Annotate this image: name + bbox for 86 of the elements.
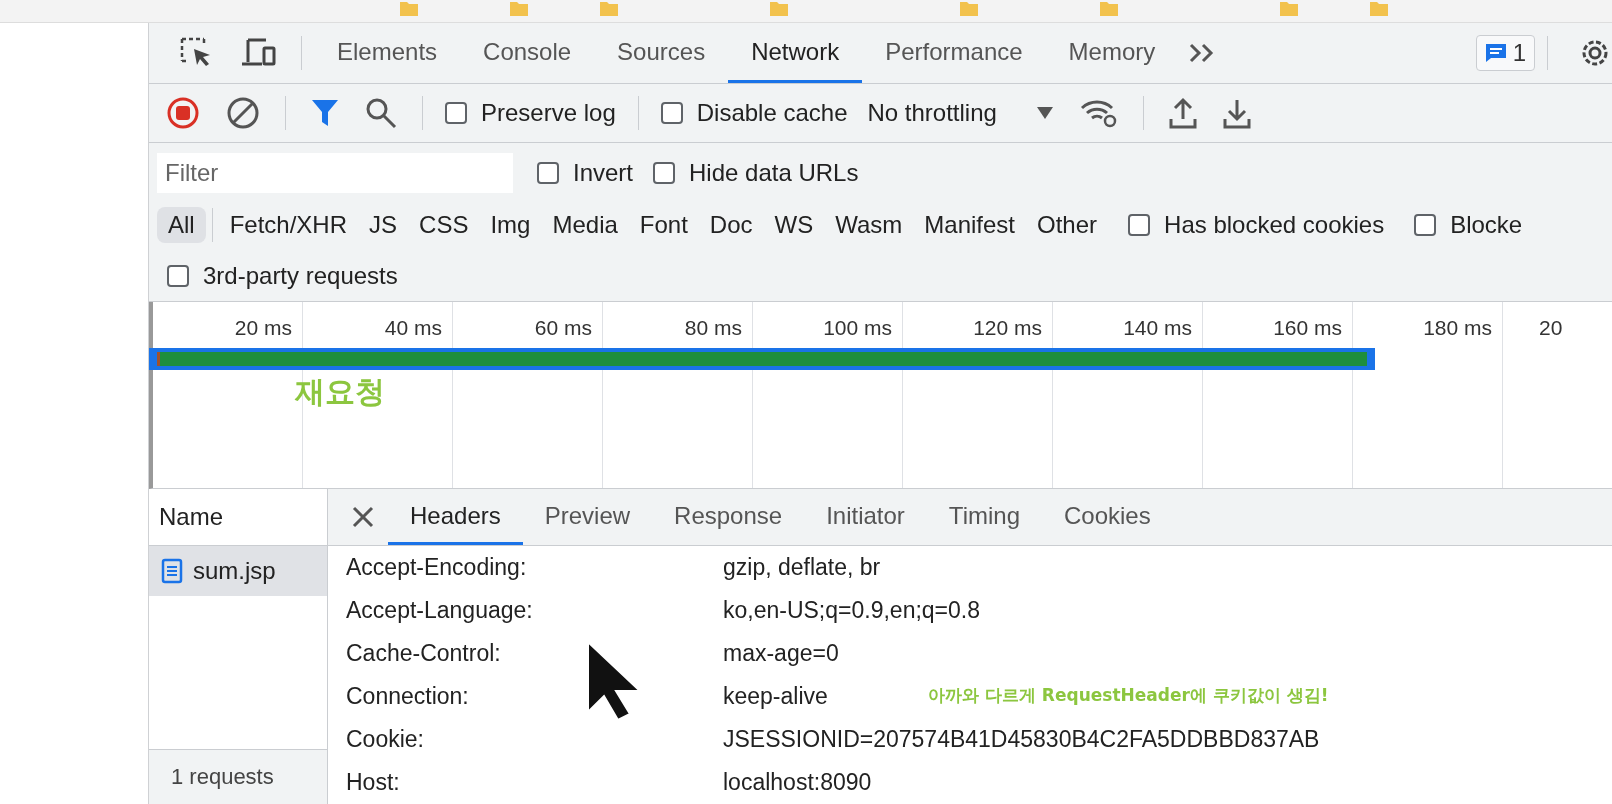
- clear-icon[interactable]: [226, 96, 260, 130]
- filter-icon[interactable]: [311, 98, 339, 128]
- checkbox-label: 3rd-party requests: [203, 262, 398, 290]
- header-value: max-age=0: [723, 640, 839, 667]
- checkbox-label: Preserve log: [481, 99, 616, 127]
- tick-label: 160 ms: [1273, 316, 1342, 339]
- issues-count: 1: [1512, 39, 1526, 67]
- type-filter[interactable]: Manifest: [913, 207, 1026, 243]
- caret-icon[interactable]: [1036, 107, 1053, 119]
- filter-field[interactable]: Filter: [157, 153, 513, 193]
- device-icon[interactable]: [240, 38, 276, 68]
- tick-label: 100 ms: [823, 316, 892, 339]
- checkbox-label: Blocke: [1450, 211, 1523, 239]
- type-filter[interactable]: Img: [479, 207, 542, 243]
- type-filter[interactable]: Font: [628, 207, 699, 243]
- tick-label: 120 ms: [973, 316, 1042, 339]
- checkbox-box[interactable]: [1414, 214, 1437, 236]
- download-icon[interactable]: [1222, 97, 1251, 129]
- tick-label: 180 ms: [1423, 316, 1492, 339]
- record-icon[interactable]: [166, 96, 200, 130]
- type-filter[interactable]: Doc: [698, 207, 764, 243]
- close-icon[interactable]: [352, 506, 374, 528]
- checkbox-box[interactable]: [1128, 214, 1151, 236]
- checkbox[interactable]: Invert: [537, 159, 634, 187]
- request-count: 1 requests: [171, 764, 274, 790]
- detail-tab[interactable]: Headers: [388, 489, 523, 545]
- header-name: Accept-Language:: [345, 597, 534, 624]
- search-icon[interactable]: [365, 97, 397, 129]
- header-name: Cookie:: [345, 726, 425, 753]
- type-filter[interactable]: Media: [541, 207, 629, 243]
- header-name: Connection:: [345, 683, 470, 710]
- type-filter[interactable]: Fetch/XHR: [218, 207, 359, 243]
- detail-tab[interactable]: Preview: [522, 489, 653, 545]
- checkbox[interactable]: Hide data URLs: [653, 159, 859, 187]
- checkbox-box[interactable]: [653, 162, 676, 184]
- document-icon: [161, 558, 183, 584]
- type-filter[interactable]: Other: [1026, 207, 1109, 243]
- checkbox-label: Hide data URLs: [689, 159, 859, 187]
- panel-tab[interactable]: Console: [460, 23, 595, 83]
- panel-tab[interactable]: Sources: [594, 23, 729, 83]
- checkbox-box[interactable]: [660, 102, 683, 124]
- checkbox[interactable]: Disable cache: [660, 99, 848, 127]
- header-name: Accept-Encoding:: [345, 554, 528, 581]
- checkbox-label: Invert: [573, 159, 634, 187]
- annotation-text: 재요청: [295, 373, 385, 411]
- annotation-text: 아까와 다르게 RequestHeader에 쿠키값이 생김!: [928, 684, 1329, 707]
- panel-tab[interactable]: Network: [728, 23, 863, 83]
- detail-tab[interactable]: Initiator: [804, 489, 927, 545]
- tick-label: 60 ms: [534, 316, 592, 339]
- type-filter[interactable]: JS: [358, 207, 409, 243]
- message-icon: [1484, 43, 1507, 63]
- header-value: JSESSIONID=207574B41D45830B4C2FA5DDBBD837AB: [723, 726, 1320, 753]
- tick-label: 20 ms: [234, 316, 292, 339]
- issues-button[interactable]: 1: [1475, 35, 1535, 71]
- upload-icon[interactable]: [1168, 97, 1197, 129]
- header-name: Host:: [345, 769, 401, 796]
- checkbox-box[interactable]: [445, 102, 467, 124]
- checkbox[interactable]: Blocke: [1414, 211, 1523, 239]
- tick-label: 20: [1539, 316, 1563, 339]
- header-value: gzip, deflate, br: [723, 554, 881, 581]
- detail-tab[interactable]: Timing: [926, 489, 1042, 545]
- checkbox-box[interactable]: [537, 162, 559, 184]
- tick-label: 40 ms: [384, 316, 442, 339]
- panel-tab[interactable]: Elements: [314, 23, 461, 83]
- type-filter[interactable]: WS: [763, 207, 825, 243]
- detail-tab[interactable]: Cookies: [1042, 489, 1173, 545]
- request-row[interactable]: sum.jsp: [149, 546, 327, 596]
- wifi-settings-icon[interactable]: [1079, 98, 1118, 128]
- tick-label: 80 ms: [684, 316, 742, 339]
- type-filter[interactable]: Wasm: [824, 207, 914, 243]
- checkbox-box[interactable]: [167, 265, 189, 287]
- tick-label: 140 ms: [1123, 316, 1192, 339]
- header-value: localhost:8090: [723, 769, 872, 796]
- detail-tab[interactable]: Response: [652, 489, 805, 545]
- request-name: sum.jsp: [193, 557, 276, 585]
- header-value: keep-alive: [723, 683, 828, 710]
- panel-tab[interactable]: Memory: [1045, 23, 1179, 83]
- checkbox-label: Disable cache: [696, 99, 848, 127]
- panel-tab[interactable]: Performance: [862, 23, 1046, 83]
- header-name: Cache-Control:: [345, 640, 502, 667]
- type-filter[interactable]: CSS: [408, 207, 480, 243]
- header-value: ko,en-US;q=0.9,en;q=0.8: [723, 597, 981, 624]
- type-filter[interactable]: All: [157, 207, 206, 243]
- checkbox[interactable]: 3rd-party requests: [167, 262, 398, 290]
- throttling-dropdown[interactable]: No throttling: [857, 99, 1027, 127]
- checkbox[interactable]: Preserve log: [445, 99, 616, 127]
